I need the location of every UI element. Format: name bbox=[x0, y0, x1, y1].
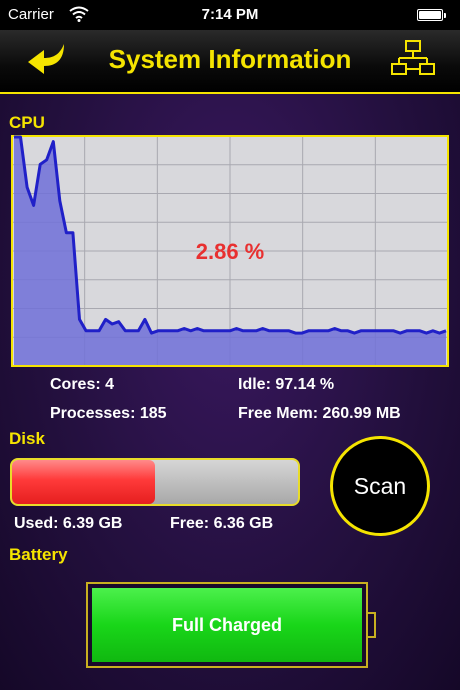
battery-full-icon bbox=[417, 9, 446, 21]
cpu-usage-chart: 2.86 % bbox=[11, 135, 449, 367]
free-memory-stat: Free Mem: 260.99 MB bbox=[238, 405, 401, 422]
disk-used-stat: Used: 6.39 GB bbox=[14, 515, 123, 532]
cpu-usage-value: 2.86 % bbox=[196, 239, 265, 264]
status-time: 7:14 PM bbox=[201, 6, 259, 23]
battery-level-fill: Full Charged bbox=[92, 588, 362, 662]
disk-free-stat: Free: 6.36 GB bbox=[170, 515, 274, 532]
cpu-section-label: CPU bbox=[9, 113, 45, 132]
navigation-bar: System Information bbox=[0, 30, 460, 94]
disk-usage-bar bbox=[10, 458, 300, 506]
status-bar: Carrier 7:14 PM bbox=[0, 0, 460, 30]
processes-stat: Processes: 185 bbox=[50, 405, 167, 422]
idle-stat: Idle: 97.14 % bbox=[238, 376, 335, 393]
disk-section-label: Disk bbox=[9, 429, 45, 448]
battery-section-label: Battery bbox=[9, 545, 68, 564]
battery-indicator: Full Charged bbox=[86, 582, 368, 668]
cores-stat: Cores: 4 bbox=[50, 376, 115, 393]
scan-button[interactable]: Scan bbox=[330, 436, 430, 536]
network-tree-icon[interactable] bbox=[388, 38, 438, 84]
battery-terminal bbox=[368, 612, 376, 638]
disk-used-fill bbox=[12, 460, 155, 504]
